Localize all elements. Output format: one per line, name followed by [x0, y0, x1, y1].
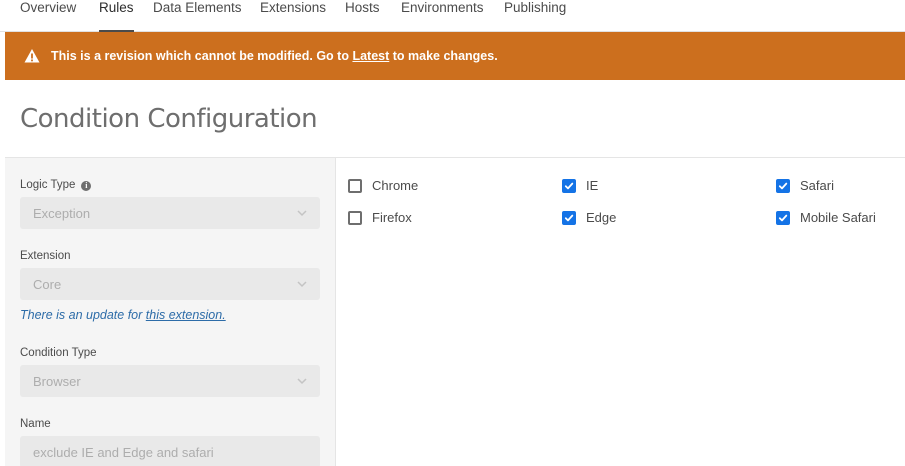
chevron-down-icon: [296, 207, 308, 219]
banner-message-suffix: to make changes.: [392, 49, 498, 63]
logic-type-label: Logic Type i: [20, 179, 92, 191]
name-field[interactable]: exclude IE and Edge and safari: [20, 436, 320, 466]
banner-message-prefix: This is a revision which cannot be modif…: [51, 49, 349, 63]
tab-publishing[interactable]: Publishing: [504, 0, 566, 32]
checkmark-icon: [564, 214, 574, 222]
checkbox-box[interactable]: [348, 179, 362, 193]
checkbox-label: Firefox: [372, 210, 412, 225]
checkbox-label: Safari: [800, 178, 834, 193]
extension-value: Core: [33, 277, 62, 292]
latest-link[interactable]: Latest: [352, 49, 389, 63]
checkmark-icon: [564, 182, 574, 190]
extension-label: Extension: [20, 250, 71, 262]
name-label: Name: [20, 418, 51, 430]
checkbox-label: Mobile Safari: [800, 210, 876, 225]
checkbox-box[interactable]: [562, 211, 576, 225]
extension-select[interactable]: Core: [20, 268, 320, 300]
chevron-down-icon: [296, 278, 308, 290]
tab-environments[interactable]: Environments: [401, 0, 484, 32]
tab-rules[interactable]: Rules: [99, 0, 134, 32]
top-navigation: Overview Rules Data Elements Extensions …: [0, 0, 905, 32]
condition-type-value: Browser: [33, 374, 81, 389]
tab-data-elements[interactable]: Data Elements: [153, 0, 242, 32]
tab-hosts[interactable]: Hosts: [345, 0, 380, 32]
chevron-down-icon: [296, 375, 308, 387]
logic-type-label-text: Logic Type: [20, 179, 76, 191]
checkmark-icon: [778, 182, 788, 190]
logic-type-select[interactable]: Exception: [20, 197, 320, 229]
info-icon[interactable]: i: [81, 181, 92, 191]
logic-type-value: Exception: [33, 206, 91, 221]
extension-update-note: There is an update for this extension.: [20, 308, 226, 322]
update-note-prefix: There is an update for: [20, 308, 143, 322]
name-value: exclude IE and Edge and safari: [33, 445, 214, 460]
page-title: Condition Configuration: [20, 104, 318, 134]
tab-overview[interactable]: Overview: [20, 0, 76, 32]
revision-warning-banner: This is a revision which cannot be modif…: [5, 32, 905, 80]
this-extension-link[interactable]: this extension.: [146, 308, 226, 322]
condition-type-label: Condition Type: [20, 347, 97, 359]
checkbox-box[interactable]: [562, 179, 576, 193]
checkbox-label: Edge: [586, 210, 617, 225]
page-header: Condition Configuration: [5, 80, 905, 158]
checkbox-box[interactable]: [776, 211, 790, 225]
banner-message: This is a revision which cannot be modif…: [51, 49, 498, 63]
checkmark-icon: [778, 214, 788, 222]
checkbox-box[interactable]: [776, 179, 790, 193]
condition-form-panel: Logic Type i Exception Extension Core The…: [5, 158, 336, 466]
warning-icon: [24, 48, 40, 64]
checkbox-box[interactable]: [348, 211, 362, 225]
tab-extensions[interactable]: Extensions: [260, 0, 326, 32]
checkbox-label: IE: [586, 178, 599, 193]
condition-type-select[interactable]: Browser: [20, 365, 320, 397]
checkbox-label: Chrome: [372, 178, 419, 193]
